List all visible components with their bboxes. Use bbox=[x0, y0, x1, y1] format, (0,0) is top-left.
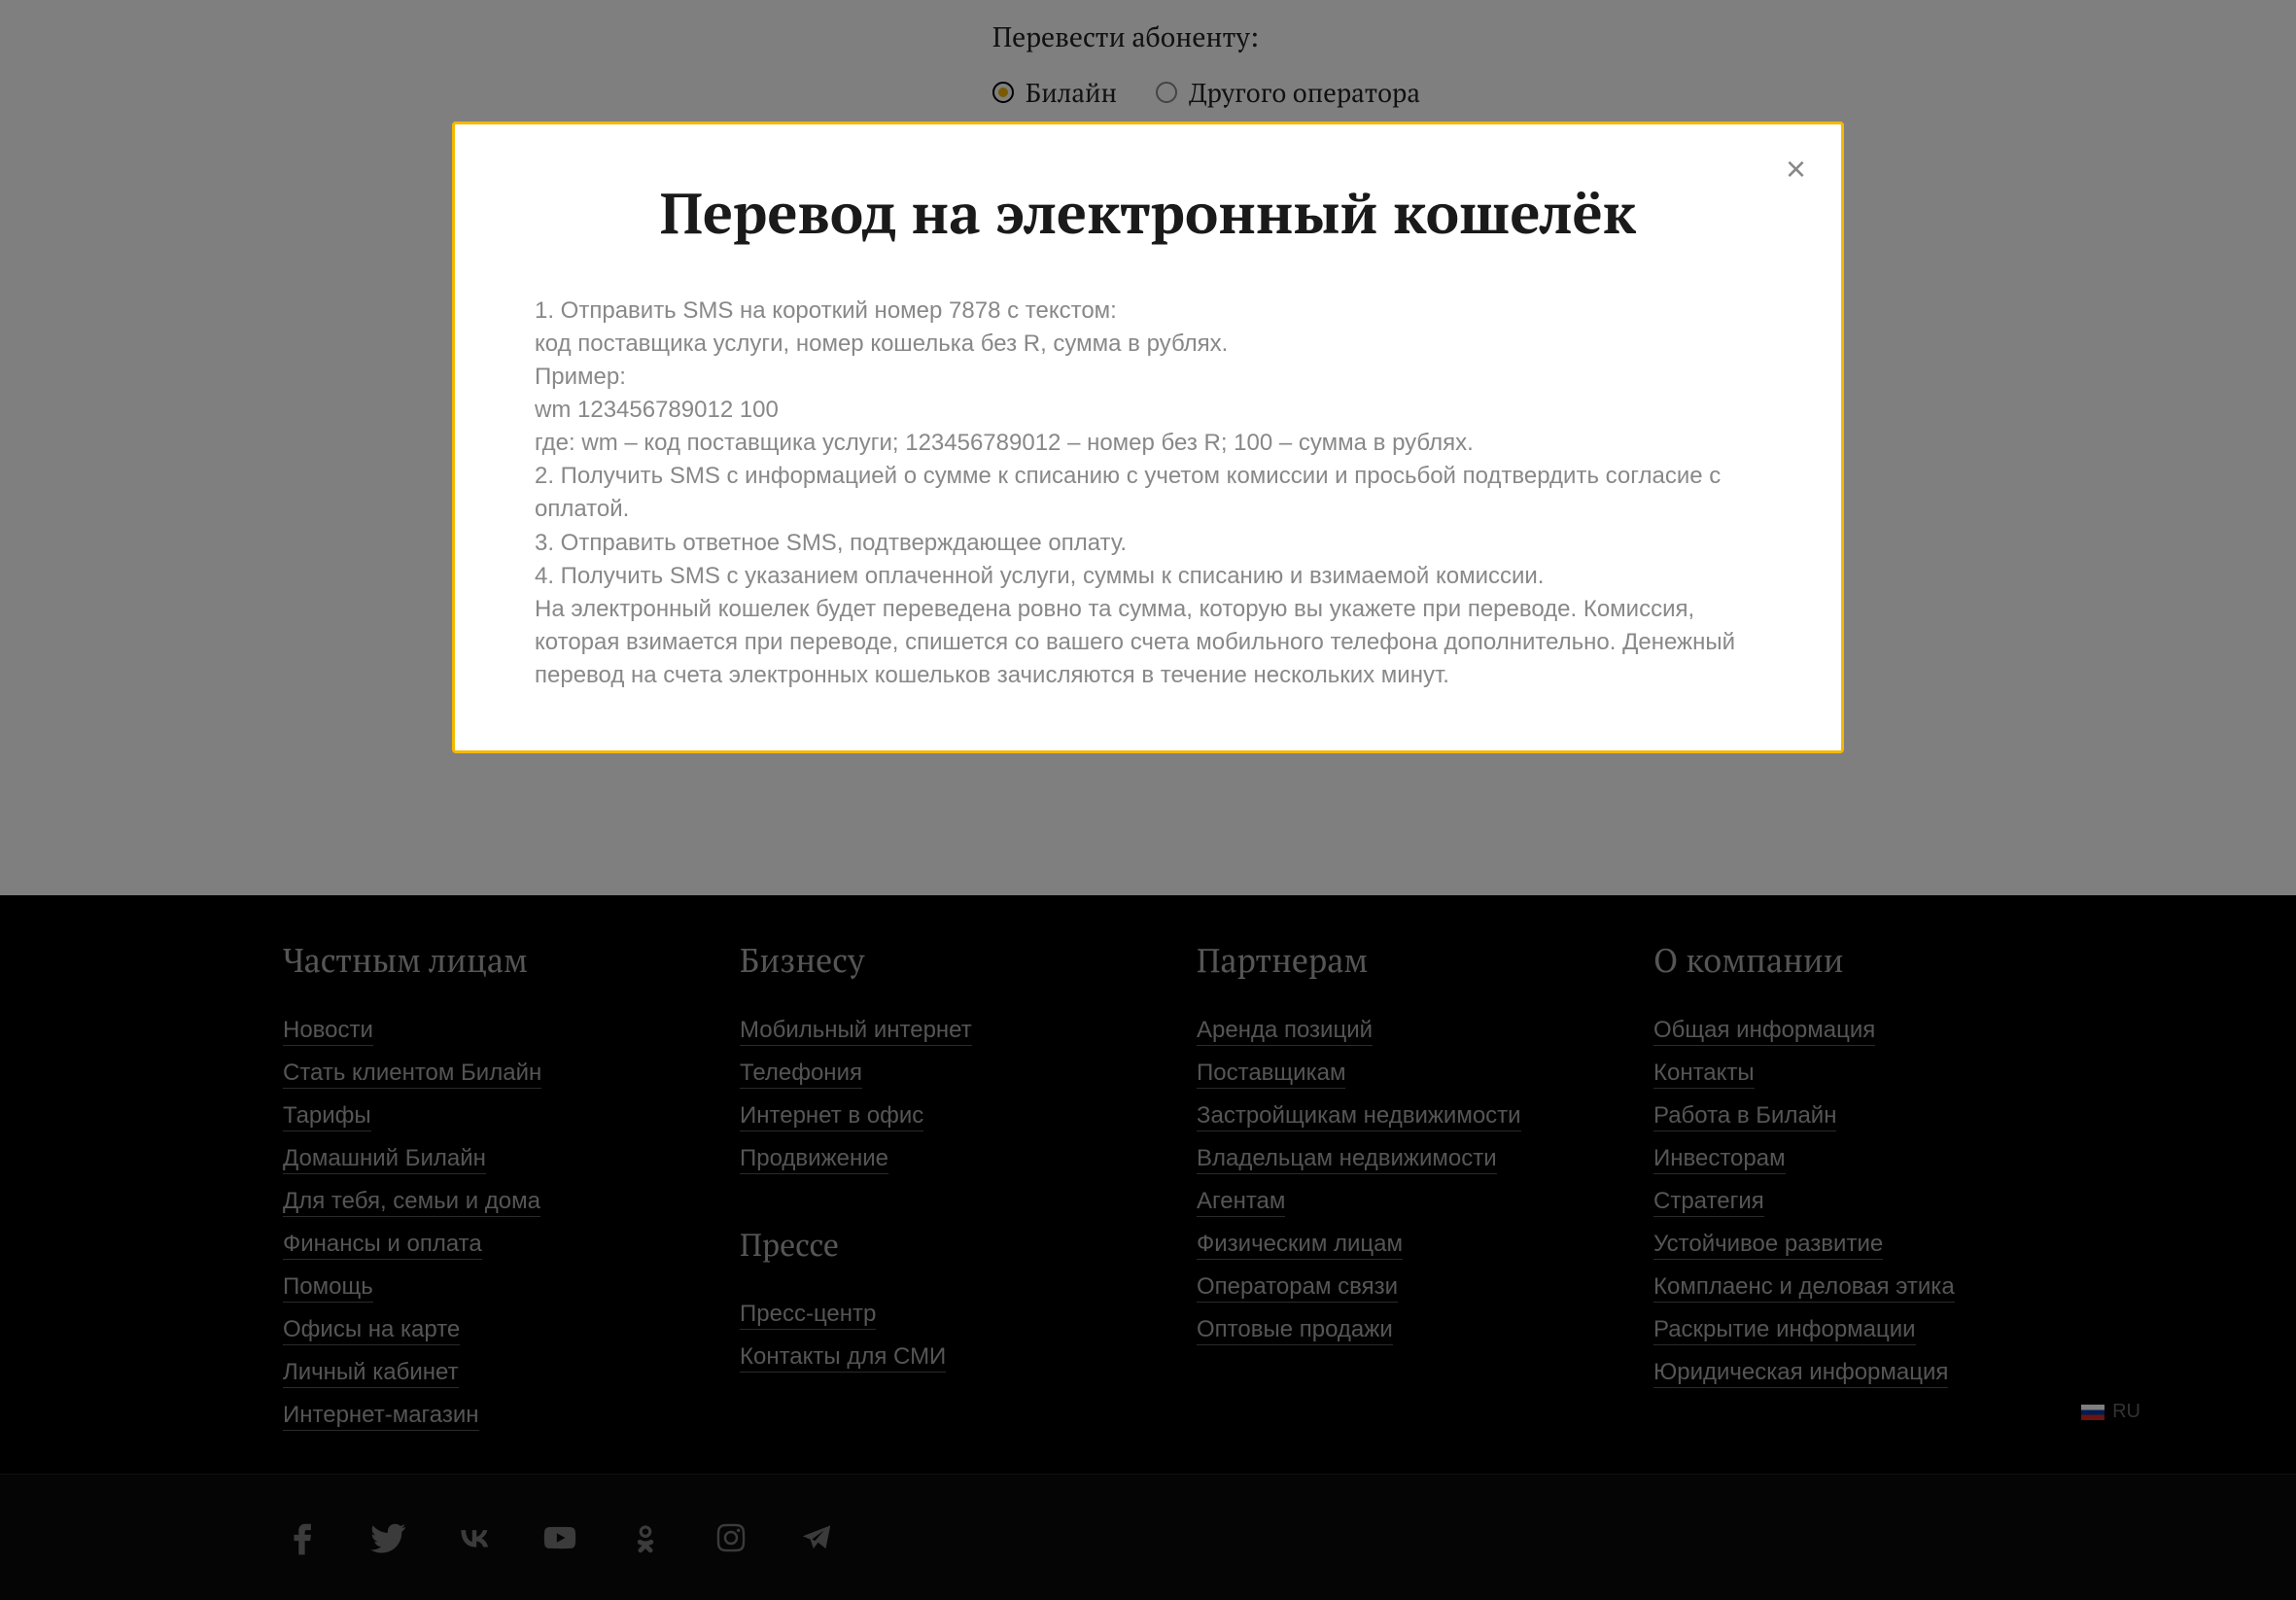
modal-line: Пример: bbox=[535, 361, 1761, 394]
ewallet-transfer-modal: × Перевод на электронный кошелёк 1. Отпр… bbox=[452, 122, 1844, 753]
modal-line: где: wm – код поставщика услуги; 1234567… bbox=[535, 427, 1761, 460]
modal-line: код поставщика услуги, номер кошелька бе… bbox=[535, 328, 1761, 361]
modal-line: На электронный кошелек будет переведена … bbox=[535, 593, 1761, 692]
modal-line: 2. Получить SMS с информацией о сумме к … bbox=[535, 460, 1761, 526]
modal-body: 1. Отправить SMS на короткий номер 7878 … bbox=[535, 295, 1761, 692]
modal-title: Перевод на электронный кошелёк bbox=[535, 175, 1761, 250]
close-icon[interactable]: × bbox=[1786, 152, 1806, 187]
modal-line: 3. Отправить ответное SMS, подтверждающе… bbox=[535, 527, 1761, 560]
modal-line: wm 123456789012 100 bbox=[535, 394, 1761, 427]
modal-line: 1. Отправить SMS на короткий номер 7878 … bbox=[535, 295, 1761, 328]
modal-line: 4. Получить SMS с указанием оплаченной у… bbox=[535, 560, 1761, 593]
